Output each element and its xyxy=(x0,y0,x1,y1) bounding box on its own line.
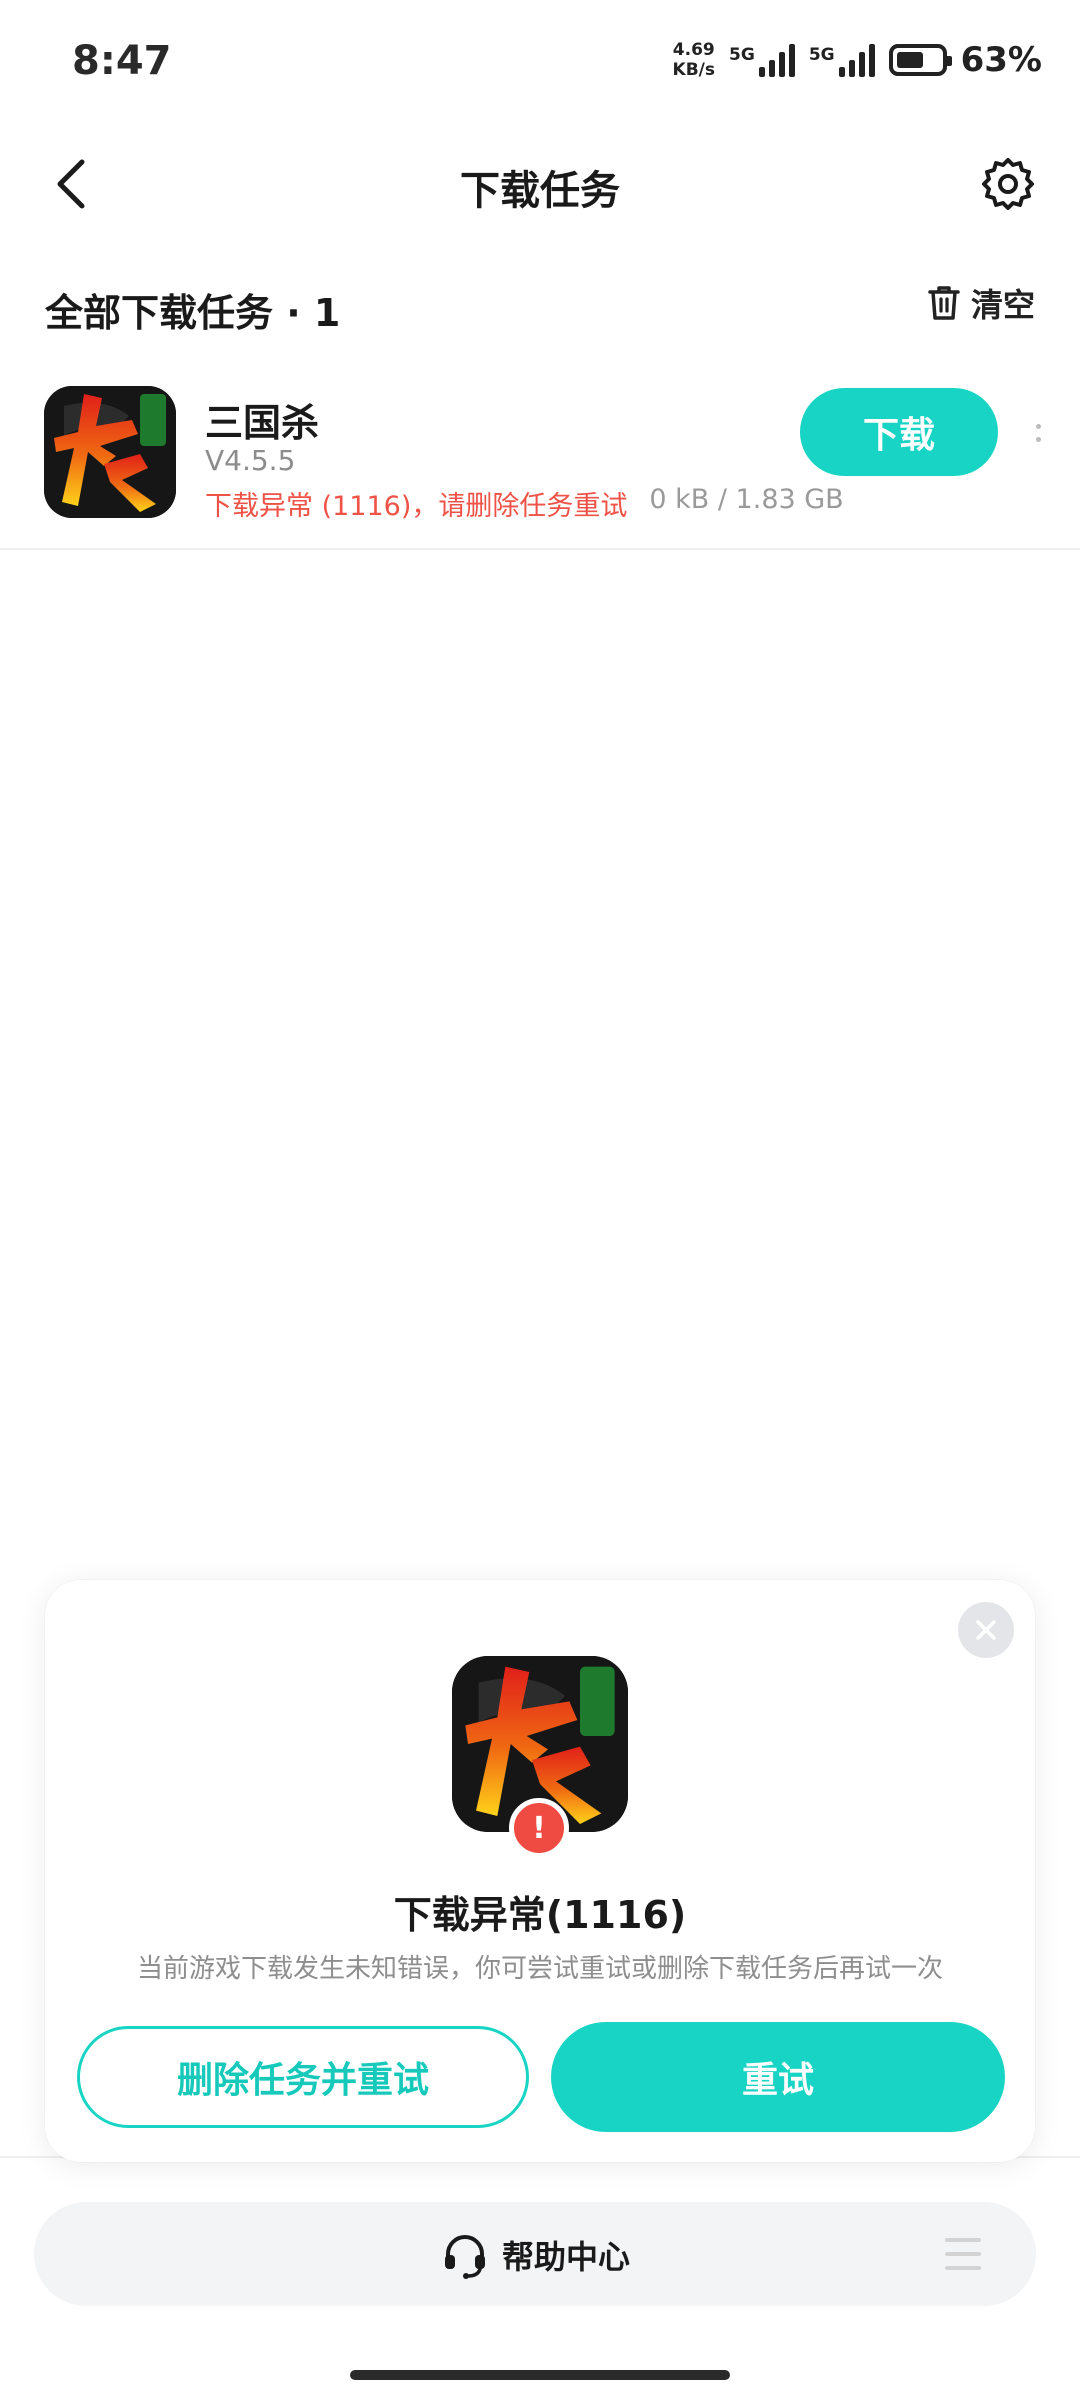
help-center-button[interactable]: 帮助中心 xyxy=(34,2230,1036,2280)
battery-percent: 63% xyxy=(960,40,1042,80)
menu-line-icon xyxy=(945,2266,981,2270)
sim2-signal: 5G xyxy=(809,43,875,77)
network-speed-unit: KB/s xyxy=(672,60,716,80)
header: 下载任务 xyxy=(0,130,1080,240)
help-center-label: 帮助中心 xyxy=(501,2238,630,2276)
task-name: 三国杀 xyxy=(205,401,320,445)
battery-icon xyxy=(888,44,952,76)
status-bar: 8:47 4.69 KB/s 5G 5G 63% xyxy=(0,0,1080,130)
help-bar: 帮助中心 xyxy=(34,2202,1036,2306)
more-options-button[interactable] xyxy=(1030,408,1046,458)
dialog-description: 当前游戏下载发生未知错误，你可尝试重试或删除下载任务后再试一次 xyxy=(136,1954,943,1984)
sim2-label: 5G xyxy=(808,45,835,65)
delete-and-retry-button[interactable]: 删除任务并重试 xyxy=(77,2026,529,2128)
close-icon xyxy=(976,1620,996,1640)
signal-bars-icon xyxy=(838,43,875,77)
page-title: 下载任务 xyxy=(460,168,620,214)
download-task-item[interactable]: 三国杀 V4.5.5 下载异常 (1116)，请删除任务重试 0 kB / 1.… xyxy=(0,370,1080,550)
section-title: 全部下载任务 · 1 xyxy=(45,291,341,335)
gear-icon xyxy=(982,158,1034,210)
task-error-text: 下载异常 (1116)，请删除任务重试 xyxy=(205,491,628,522)
signal-bars-icon xyxy=(758,43,795,77)
retry-button[interactable]: 重试 xyxy=(551,2022,1005,2132)
more-dot-icon xyxy=(1035,424,1041,429)
trash-icon xyxy=(928,286,960,320)
app-icon xyxy=(44,386,176,518)
network-speed: 4.69 KB/s xyxy=(673,40,715,80)
sim1-signal: 5G xyxy=(729,43,795,77)
close-button[interactable] xyxy=(958,1602,1014,1658)
clear-button[interactable]: 清空 xyxy=(927,280,1035,326)
network-speed-value: 4.69 xyxy=(672,40,715,60)
home-indicator[interactable] xyxy=(350,2370,730,2380)
task-status: 下载异常 (1116)，请删除任务重试 0 kB / 1.83 GB xyxy=(205,484,844,523)
download-error-dialog: ! 下载异常(1116) 当前游戏下载发生未知错误，你可尝试重试或删除下载任务后… xyxy=(45,1580,1035,2162)
menu-button[interactable] xyxy=(945,2238,981,2270)
task-version: V4.5.5 xyxy=(205,444,296,477)
status-time: 8:47 xyxy=(72,38,172,84)
headset-icon xyxy=(444,2235,485,2279)
settings-button[interactable] xyxy=(976,152,1040,216)
menu-line-icon xyxy=(945,2252,981,2256)
game-logo-icon xyxy=(44,386,176,518)
download-button[interactable]: 下载 xyxy=(800,388,998,476)
status-icons: 4.69 KB/s 5G 5G 63% xyxy=(673,30,1042,90)
dialog-title: 下载异常(1116) xyxy=(393,1893,687,1937)
sim1-label: 5G xyxy=(729,45,755,65)
section-header: 全部下载任务 · 1 清空 xyxy=(0,270,1080,340)
alert-icon: ! xyxy=(509,1798,569,1858)
clear-label: 清空 xyxy=(970,286,1035,324)
task-size: 0 kB / 1.83 GB xyxy=(649,484,844,515)
battery-fill xyxy=(896,52,924,68)
more-dot-icon xyxy=(1035,437,1041,442)
menu-line-icon xyxy=(945,2238,981,2242)
